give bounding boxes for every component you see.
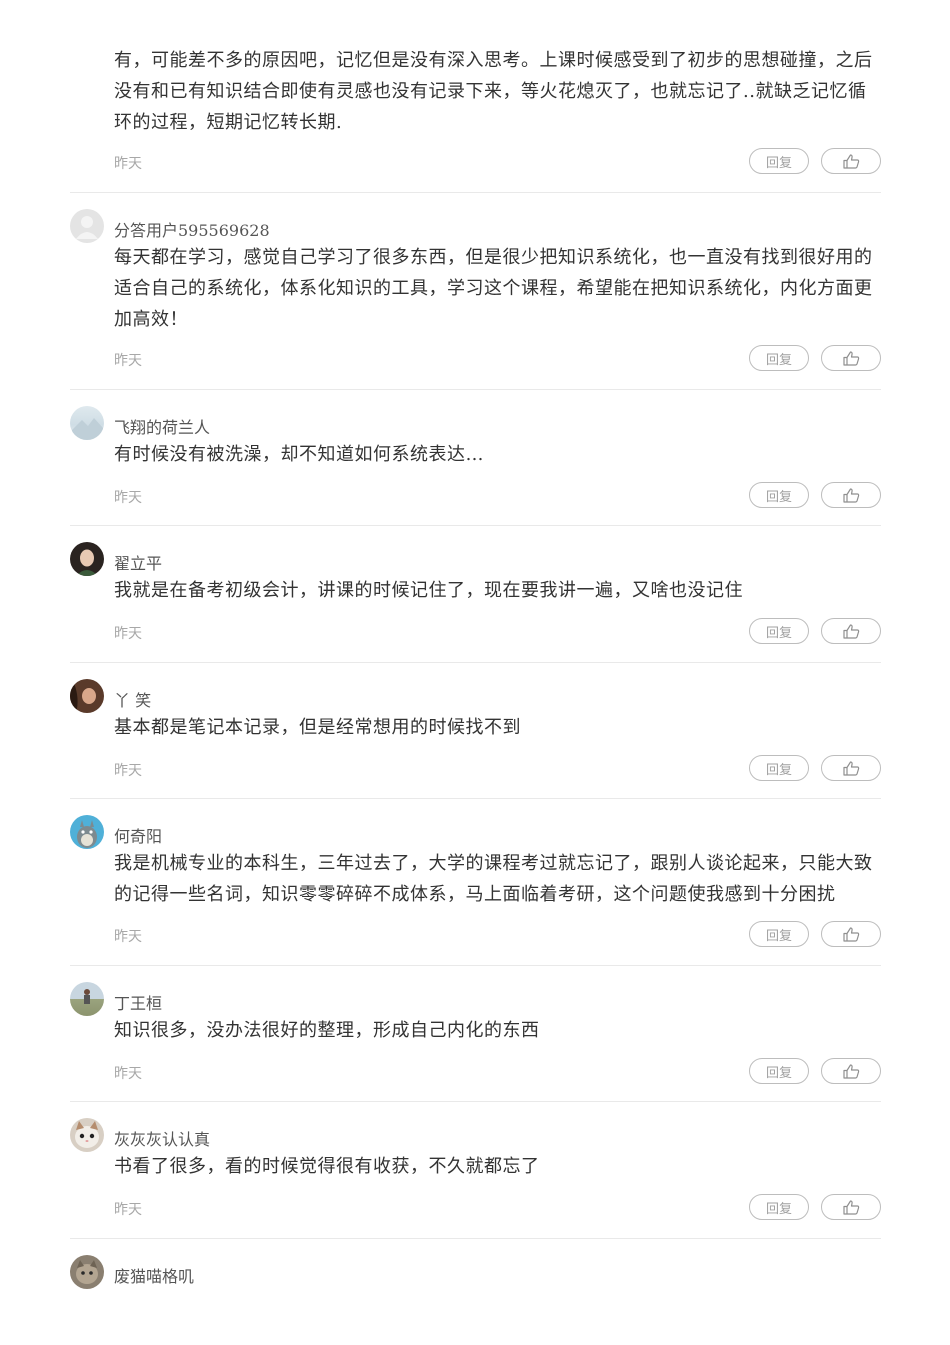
reply-button[interactable]: 回复 [749, 1194, 809, 1220]
reply-button[interactable]: 回复 [749, 148, 809, 174]
like-button[interactable] [821, 148, 881, 174]
comment-time: 昨天 [114, 1202, 142, 1218]
comment-time: 昨天 [114, 763, 142, 779]
thumbs-up-icon [842, 350, 860, 366]
comment-content: 基本都是笔记本记录，但是经常想用的时候找不到 [114, 717, 521, 738]
portrait-avatar[interactable] [70, 542, 104, 576]
divider [70, 525, 881, 526]
comment-time: 昨天 [114, 929, 142, 945]
username[interactable]: 何奇阳 [114, 823, 162, 847]
reply-label: 回复 [765, 1065, 792, 1081]
username[interactable]: 废猫喵格叽 [114, 1263, 194, 1287]
comment-time: 昨天 [114, 353, 142, 369]
reply-label: 回复 [765, 489, 792, 505]
like-button[interactable] [821, 755, 881, 781]
comment-content: 我就是在备考初级会计，讲课的时候记住了，现在要我讲一遍，又啥也没记住 [114, 580, 743, 601]
thumbs-up-icon [842, 760, 860, 776]
comment-content: 我是机械专业的本科生，三年过去了，大学的课程考过就忘记了，跟别人谈论起来，只能大… [114, 853, 873, 905]
reply-button[interactable]: 回复 [749, 345, 809, 371]
reply-button[interactable]: 回复 [749, 755, 809, 781]
reply-label: 回复 [765, 928, 792, 944]
like-button[interactable] [821, 345, 881, 371]
divider [70, 662, 881, 663]
landscape-avatar[interactable] [70, 406, 104, 440]
divider [70, 798, 881, 799]
comment-content: 有，可能差不多的原因吧，记忆但是没有深入思考。上课时候感受到了初步的思想碰撞，之… [114, 50, 873, 133]
outdoor-avatar[interactable] [70, 982, 104, 1016]
username[interactable]: 翟立平 [114, 550, 162, 574]
comment-content: 书看了很多，看的时候觉得很有收获，不久就都忘了 [114, 1156, 540, 1177]
username[interactable]: 灰灰灰认认真 [114, 1126, 210, 1150]
comment-time: 昨天 [114, 1066, 142, 1082]
username[interactable]: 分答用户595569628 [114, 217, 270, 241]
reply-label: 回复 [765, 762, 792, 778]
like-button[interactable] [821, 618, 881, 644]
comment-content: 有时候没有被洗澡，却不知道如何系统表达… [114, 444, 484, 465]
reply-button[interactable]: 回复 [749, 1058, 809, 1084]
reply-label: 回复 [765, 625, 792, 641]
reply-label: 回复 [765, 155, 792, 171]
like-button[interactable] [821, 1058, 881, 1084]
thumbs-up-icon [842, 153, 860, 169]
comment-time: 昨天 [114, 490, 142, 506]
reply-label: 回复 [765, 352, 792, 368]
totoro-avatar[interactable] [70, 815, 104, 849]
divider [70, 389, 881, 390]
divider [70, 192, 881, 193]
default-avatar[interactable] [70, 209, 104, 243]
portrait-avatar[interactable] [70, 679, 104, 713]
reply-button[interactable]: 回复 [749, 482, 809, 508]
thumbs-up-icon [842, 487, 860, 503]
username[interactable]: 飞翔的荷兰人 [114, 414, 210, 438]
divider [70, 1101, 881, 1102]
divider [70, 1238, 881, 1239]
comment-content: 知识很多，没办法很好的整理，形成自己内化的东西 [114, 1020, 540, 1041]
reply-label: 回复 [765, 1201, 792, 1217]
thumbs-up-icon [842, 623, 860, 639]
comment-content: 每天都在学习，感觉自己学习了很多东西，但是很少把知识系统化，也一直没有找到很好用… [114, 247, 873, 330]
divider [70, 965, 881, 966]
reply-button[interactable]: 回复 [749, 618, 809, 644]
thumbs-up-icon [842, 1063, 860, 1079]
like-button[interactable] [821, 482, 881, 508]
username[interactable]: 丫 笑 [114, 687, 151, 711]
username[interactable]: 丁王桓 [114, 990, 162, 1014]
comment-time: 昨天 [114, 626, 142, 642]
thumbs-up-icon [842, 926, 860, 942]
thumbs-up-icon [842, 1199, 860, 1215]
like-button[interactable] [821, 921, 881, 947]
reply-button[interactable]: 回复 [749, 921, 809, 947]
cat-avatar[interactable] [70, 1255, 104, 1289]
comment-time: 昨天 [114, 156, 142, 172]
like-button[interactable] [821, 1194, 881, 1220]
cat-avatar[interactable] [70, 1118, 104, 1152]
